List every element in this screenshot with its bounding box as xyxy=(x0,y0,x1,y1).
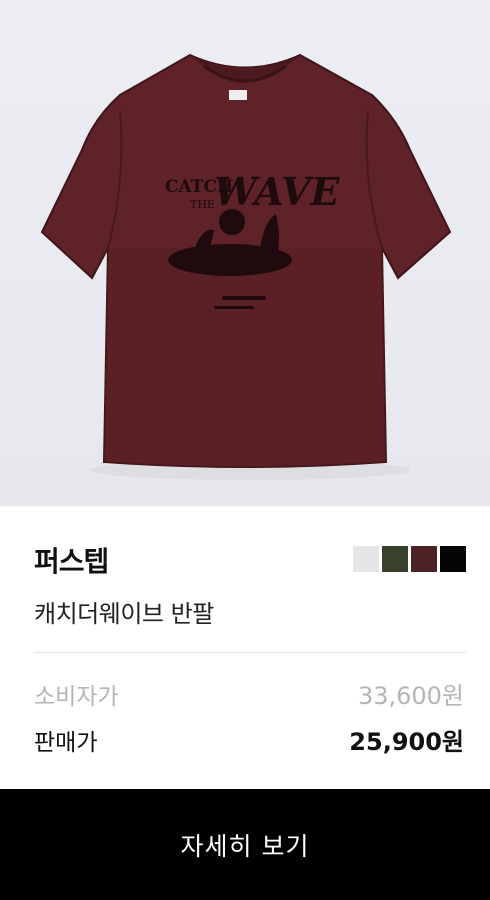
divider xyxy=(34,652,466,653)
color-swatch[interactable] xyxy=(440,546,466,572)
product-card: CATCH THE WAVE 퍼스텝 캐치더웨이브 반팔 소비자가 33,600… xyxy=(0,0,490,900)
list-price-row: 소비자가 33,600원 xyxy=(34,676,464,711)
list-price-label: 소비자가 xyxy=(34,684,119,710)
sale-price-label: 판매가 xyxy=(34,730,98,756)
color-swatch[interactable] xyxy=(411,546,437,572)
product-image[interactable]: CATCH THE WAVE xyxy=(0,0,490,506)
sale-price-value: 25,900원 xyxy=(349,728,464,756)
color-swatches xyxy=(353,546,466,572)
svg-text:WAVE: WAVE xyxy=(214,169,340,214)
tshirt-illustration: CATCH THE WAVE xyxy=(40,53,452,480)
color-swatch[interactable] xyxy=(353,546,379,572)
view-details-button[interactable]: 자세히 보기 xyxy=(0,789,490,900)
svg-text:THE: THE xyxy=(190,198,215,211)
sale-price-row: 판매가 25,900원 xyxy=(34,722,464,757)
color-swatch[interactable] xyxy=(382,546,408,572)
list-price-value: 33,600원 xyxy=(357,682,464,710)
product-name: 캐치더웨이브 반팔 xyxy=(34,600,214,628)
brand-name: 퍼스텝 xyxy=(34,545,109,578)
